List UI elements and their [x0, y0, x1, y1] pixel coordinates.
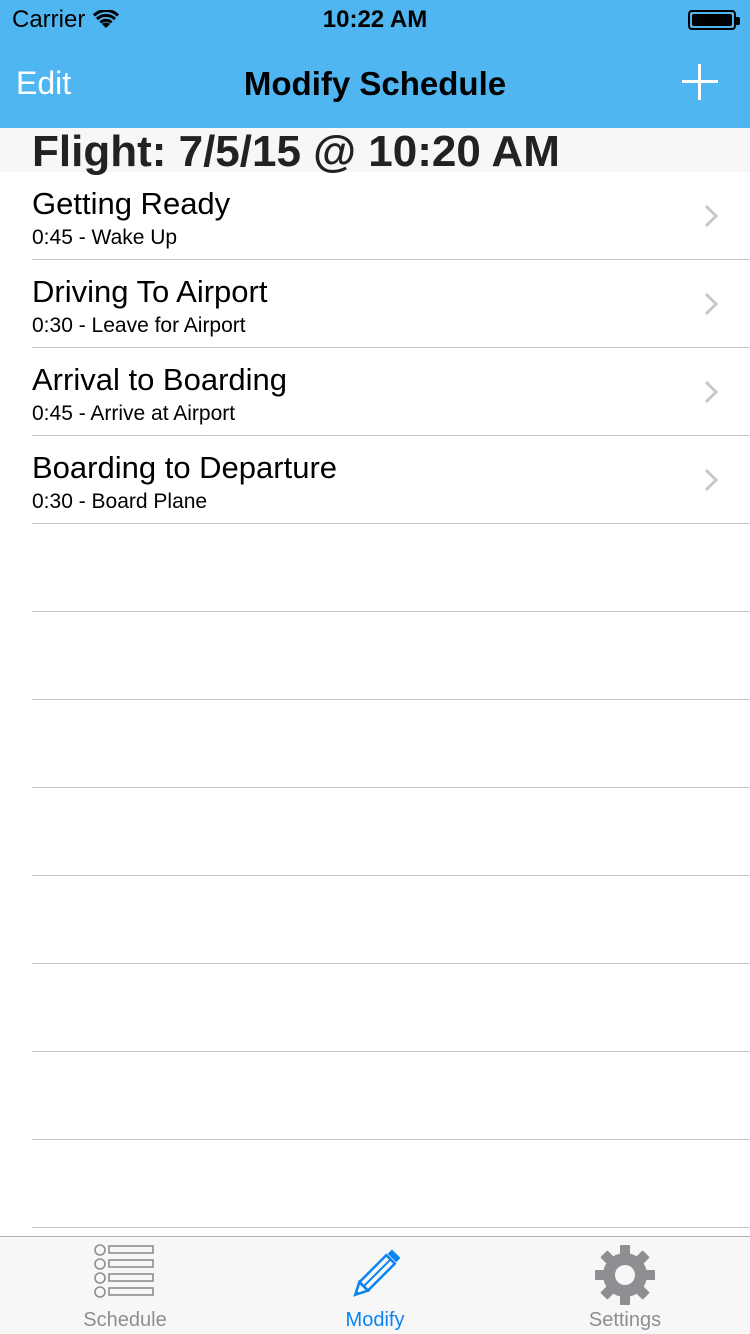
- schedule-list: Getting Ready 0:45 - Wake Up Driving To …: [0, 172, 750, 1316]
- row-subtitle: 0:45 - Arrive at Airport: [32, 402, 236, 425]
- row-subtitle: 0:30 - Leave for Airport: [32, 314, 246, 337]
- tab-label: Modify: [345, 1309, 405, 1331]
- list-item-driving-to-airport[interactable]: Driving To Airport 0:30 - Leave for Airp…: [0, 260, 750, 348]
- empty-row: [0, 612, 750, 700]
- page-title: Modify Schedule: [243, 65, 507, 102]
- tab-bar: Schedule Modify Settings: [0, 1236, 750, 1334]
- status-bar: Carrier 10:22 AM: [0, 0, 750, 40]
- row-subtitle: 0:45 - Wake Up: [32, 226, 178, 249]
- empty-row: [0, 788, 750, 876]
- chevron-right-icon: [704, 468, 718, 492]
- row-title: Getting Ready: [32, 186, 231, 221]
- top-bar: Carrier 10:22 AM Edit Modify Schedule: [0, 0, 750, 128]
- tab-label: Settings: [588, 1309, 662, 1331]
- chevron-right-icon: [704, 204, 718, 228]
- empty-row: [0, 1052, 750, 1140]
- tab-schedule[interactable]: Schedule: [0, 1237, 250, 1334]
- status-time: 10:22 AM: [322, 6, 428, 33]
- list-item-arrival-to-boarding[interactable]: Arrival to Boarding 0:45 - Arrive at Air…: [0, 348, 750, 436]
- empty-row: [0, 876, 750, 964]
- pencil-icon: [353, 1249, 401, 1297]
- tab-settings[interactable]: Settings: [500, 1237, 750, 1334]
- row-title: Driving To Airport: [32, 274, 268, 309]
- empty-row: [0, 524, 750, 612]
- navigation-bar: Edit Modify Schedule: [0, 40, 750, 128]
- empty-row: [0, 1140, 750, 1228]
- row-subtitle: 0:30 - Board Plane: [32, 490, 208, 513]
- tab-modify[interactable]: Modify: [250, 1237, 500, 1334]
- list-item-getting-ready[interactable]: Getting Ready 0:45 - Wake Up: [0, 172, 750, 260]
- row-title: Boarding to Departure: [32, 450, 338, 485]
- list-icon: [94, 1244, 154, 1298]
- gear-icon: [595, 1245, 655, 1305]
- edit-button[interactable]: Edit: [16, 65, 71, 102]
- screen: Carrier 10:22 AM Edit Modify Schedule Fl…: [0, 0, 750, 1334]
- add-button[interactable]: [678, 60, 722, 104]
- flight-title: Flight: 7/5/15 @ 10:20 AM: [32, 127, 560, 176]
- empty-row: [0, 964, 750, 1052]
- row-title: Arrival to Boarding: [32, 362, 288, 397]
- section-header: Flight: 7/5/15 @ 10:20 AM: [0, 128, 750, 176]
- battery-icon: [688, 10, 740, 30]
- empty-row: [0, 700, 750, 788]
- list-item-boarding-to-departure[interactable]: Boarding to Departure 0:30 - Board Plane: [0, 436, 750, 524]
- chevron-right-icon: [704, 292, 718, 316]
- tab-label: Schedule: [83, 1309, 167, 1331]
- chevron-right-icon: [704, 380, 718, 404]
